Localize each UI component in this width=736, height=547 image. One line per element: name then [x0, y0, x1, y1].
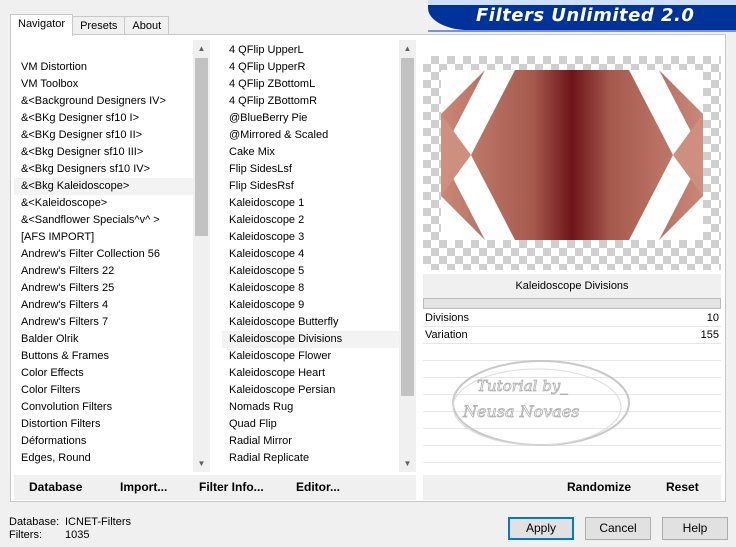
- watermark-line2: Neusa Novaes: [462, 402, 580, 421]
- list-item[interactable]: &<Kaleidoscope>: [14, 195, 193, 212]
- param-row-divisions[interactable]: Divisions 10: [423, 310, 721, 327]
- scroll-thumb[interactable]: [401, 58, 414, 396]
- help-button[interactable]: Help: [662, 517, 728, 540]
- list-item[interactable]: Convolution Filters: [14, 399, 193, 416]
- filter-list-items: 4 QFlip UpperL 4 QFlip UpperR 4 QFlip ZBot…: [222, 40, 399, 467]
- param-value: 10: [706, 312, 719, 324]
- list-item[interactable]: Edges, Round: [14, 450, 193, 467]
- filters-count: 1035: [65, 529, 90, 541]
- list-item[interactable]: 4 QFlip UpperL: [222, 42, 399, 59]
- list-item[interactable]: Buttons & Frames: [14, 348, 193, 365]
- param-slider-track[interactable]: [423, 298, 721, 309]
- scroll-thumb[interactable]: [195, 58, 208, 236]
- list-item[interactable]: VM Distortion: [14, 59, 193, 76]
- list-item[interactable]: &<Bkg Designer sf10 III>: [14, 144, 193, 161]
- list-item[interactable]: @BlueBerry Pie: [222, 110, 399, 127]
- param-toolbar: Randomize Reset: [423, 475, 721, 500]
- title-banner: Filters Unlimited 2.0: [428, 0, 736, 30]
- list-item[interactable]: Andrew's Filters 7: [14, 314, 193, 331]
- editor-button[interactable]: Editor...: [296, 480, 340, 494]
- param-label: Divisions: [425, 312, 470, 324]
- filter-list[interactable]: 4 QFlip UpperL 4 QFlip UpperR 4 QFlip ZBot…: [222, 40, 416, 472]
- filter-param-title: Kaleidoscope Divisions: [423, 274, 721, 298]
- watermark-line1: Tutorial by_: [477, 377, 568, 395]
- category-list-items: VM Distortion VM Toolbox &<Background Desi…: [14, 40, 193, 467]
- list-toolbar: Database Import... Filter Info... Editor…: [14, 475, 416, 500]
- list-item[interactable]: Color Effects: [14, 365, 193, 382]
- list-item[interactable]: Déformations: [14, 433, 193, 450]
- list-item[interactable]: &<Background Designers IV>: [14, 93, 193, 110]
- list-item[interactable]: Kaleidoscope 2: [222, 212, 399, 229]
- list-item[interactable]: Kaleidoscope Flower: [222, 348, 399, 365]
- list-item[interactable]: Kaleidoscope 8: [222, 280, 399, 297]
- list-item[interactable]: Kaleidoscope 1: [222, 195, 399, 212]
- banner-underline: [428, 30, 736, 32]
- list-item[interactable]: [AFS IMPORT]: [14, 229, 193, 246]
- randomize-button[interactable]: Randomize: [567, 480, 631, 494]
- category-list[interactable]: VM Distortion VM Toolbox &<Background Desi…: [14, 40, 210, 472]
- list-item[interactable]: Balder Olrik: [14, 331, 193, 348]
- scroll-up-icon[interactable]: ▲: [399, 40, 416, 57]
- database-value: ICNET-Filters: [65, 516, 131, 528]
- list-item[interactable]: Kaleidoscope 5: [222, 263, 399, 280]
- preview-kaleidoscope: [441, 70, 703, 240]
- list-item[interactable]: Andrew's Filters 25: [14, 280, 193, 297]
- window-title: Filters Unlimited 2.0: [476, 5, 695, 26]
- list-item[interactable]: Radial Replicate: [222, 450, 399, 467]
- list-item[interactable]: Kaleidoscope Persian: [222, 382, 399, 399]
- list-item[interactable]: Kaleidoscope Divisions: [222, 331, 399, 348]
- status-area: Database: ICNET-Filters Filters: 1035: [9, 516, 131, 542]
- list-item[interactable]: Radial Mirror: [222, 433, 399, 450]
- list-item[interactable]: &<Bkg Kaleidoscope>: [14, 178, 193, 195]
- list-item[interactable]: 4 QFlip ZBottomR: [222, 93, 399, 110]
- list-item[interactable]: Andrew's Filter Collection 56: [14, 246, 193, 263]
- list-item[interactable]: Kaleidoscope 9: [222, 297, 399, 314]
- list-item[interactable]: Flip SidesRsf: [222, 178, 399, 195]
- list-item[interactable]: &<BKg Designer sf10 I>: [14, 110, 193, 127]
- filters-label: Filters:: [9, 529, 42, 541]
- list-item[interactable]: &<Bkg Designers sf10 IV>: [14, 161, 193, 178]
- tab-about[interactable]: About: [124, 16, 170, 35]
- list-item[interactable]: 4 QFlip UpperR: [222, 59, 399, 76]
- tab-bar: Navigator Presets About: [10, 14, 170, 36]
- database-label: Database:: [9, 516, 60, 528]
- list-item[interactable]: Kaleidoscope 3: [222, 229, 399, 246]
- list-item[interactable]: &<BKg Designer sf10 II>: [14, 127, 193, 144]
- list-item[interactable]: Nomads Rug: [222, 399, 399, 416]
- apply-button[interactable]: Apply: [508, 517, 574, 540]
- tab-navigator[interactable]: Navigator: [10, 14, 74, 36]
- scroll-up-icon[interactable]: ▲: [193, 40, 210, 57]
- category-scrollbar[interactable]: ▲ ▼: [193, 40, 210, 472]
- list-item[interactable]: Kaleidoscope 4: [222, 246, 399, 263]
- list-item[interactable]: Distortion Filters: [14, 416, 193, 433]
- list-item[interactable]: @Mirrored & Scaled: [222, 127, 399, 144]
- cancel-button[interactable]: Cancel: [585, 517, 651, 540]
- list-item[interactable]: Andrew's Filters 22: [14, 263, 193, 280]
- param-value: 155: [700, 329, 719, 341]
- reset-button[interactable]: Reset: [666, 480, 699, 494]
- list-item[interactable]: Andrew's Filters 4: [14, 297, 193, 314]
- list-item[interactable]: Kaleidoscope Heart: [222, 365, 399, 382]
- list-item[interactable]: &<Sandflower Specials^v^ >: [14, 212, 193, 229]
- scroll-down-icon[interactable]: ▼: [193, 455, 210, 472]
- list-item[interactable]: Kaleidoscope Butterfly: [222, 314, 399, 331]
- tab-presets[interactable]: Presets: [72, 16, 126, 35]
- list-item[interactable]: Color Filters: [14, 382, 193, 399]
- database-button[interactable]: Database: [29, 480, 82, 494]
- preview-image: [423, 56, 721, 270]
- list-item[interactable]: Flip SidesLsf: [222, 161, 399, 178]
- filter-scrollbar[interactable]: ▲ ▼: [399, 40, 416, 472]
- list-item[interactable]: Quad Flip: [222, 416, 399, 433]
- list-item[interactable]: VM Toolbox: [14, 76, 193, 93]
- import-button[interactable]: Import...: [120, 480, 167, 494]
- list-item[interactable]: Cake Mix: [222, 144, 399, 161]
- list-item[interactable]: 4 QFlip ZBottomL: [222, 76, 399, 93]
- scroll-down-icon[interactable]: ▼: [399, 455, 416, 472]
- param-label: Variation: [425, 329, 468, 341]
- filter-info-button[interactable]: Filter Info...: [199, 480, 264, 494]
- param-row-variation[interactable]: Variation 155: [423, 327, 721, 344]
- watermark-logo: Tutorial by_ Neusa Novaes: [452, 360, 630, 446]
